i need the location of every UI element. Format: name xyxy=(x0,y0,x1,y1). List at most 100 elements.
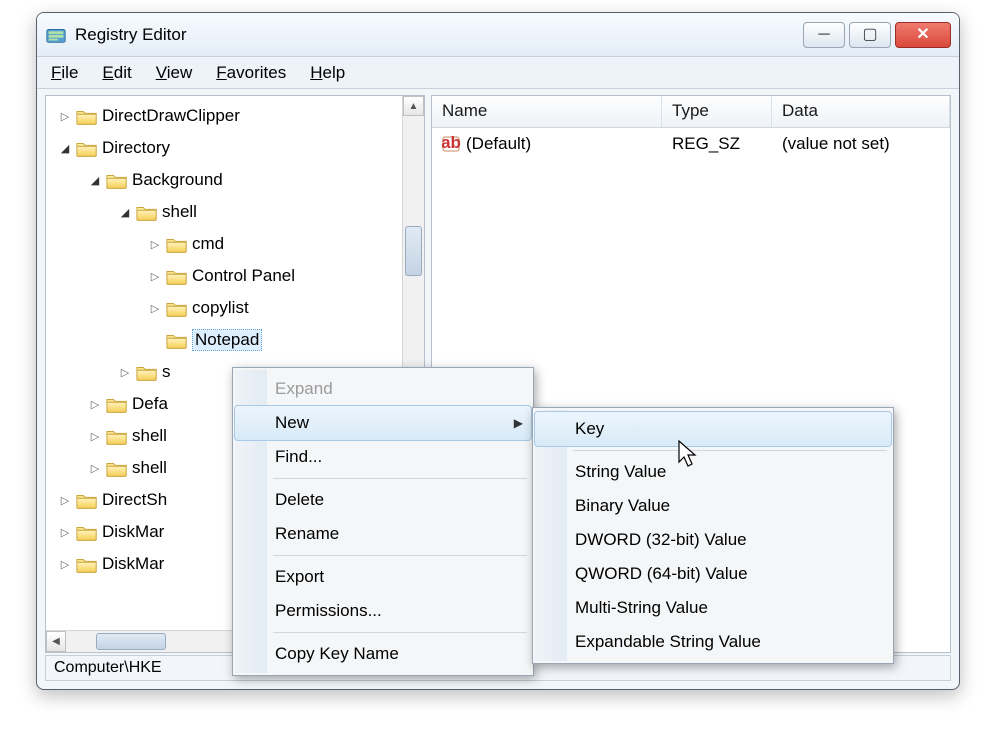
menu-separator xyxy=(273,632,527,633)
folder-icon xyxy=(166,332,186,348)
menu-item-label: QWORD (64-bit) Value xyxy=(575,564,748,584)
scroll-left-arrow[interactable]: ◀ xyxy=(46,631,66,652)
menu-item-label: Delete xyxy=(275,490,324,510)
context-submenu-new[interactable]: Key String Value Binary Value DWORD (32-bit… xyxy=(532,407,894,664)
folder-icon xyxy=(136,364,156,380)
menu-item-label: Expand xyxy=(275,379,333,399)
expander-icon[interactable] xyxy=(148,333,162,347)
tree-node-label: cmd xyxy=(192,234,224,254)
folder-icon xyxy=(166,268,186,284)
menu-item-label: Binary Value xyxy=(575,496,670,516)
menu-item[interactable]: Rename xyxy=(235,517,531,551)
folder-icon xyxy=(106,460,126,476)
value-name: (Default) xyxy=(466,134,531,154)
mouse-cursor xyxy=(678,440,700,473)
menu-item-label: String Value xyxy=(575,462,666,482)
regedit-icon xyxy=(45,24,67,46)
maximize-button[interactable]: ▢ xyxy=(849,22,891,48)
tree-node-label: DirectDrawClipper xyxy=(102,106,240,126)
folder-icon xyxy=(76,492,96,508)
expander-icon[interactable] xyxy=(88,173,102,187)
menu-separator xyxy=(273,478,527,479)
expander-icon[interactable] xyxy=(58,525,72,539)
expander-icon[interactable] xyxy=(58,493,72,507)
menu-item-label: Expandable String Value xyxy=(575,632,761,652)
menu-item[interactable]: New ▶ xyxy=(235,406,531,440)
col-data[interactable]: Data xyxy=(772,96,950,127)
menu-bar: File Edit View Favorites Help xyxy=(37,57,959,89)
tree-node[interactable]: shell xyxy=(50,196,424,228)
tree-node-label: shell xyxy=(162,202,197,222)
folder-icon xyxy=(76,556,96,572)
menu-item[interactable]: QWORD (64-bit) Value xyxy=(535,557,891,591)
details-body: ab (Default) REG_SZ(value not set) xyxy=(432,128,950,160)
menu-item-label: Multi-String Value xyxy=(575,598,708,618)
expander-icon[interactable] xyxy=(88,397,102,411)
string-value-icon: ab xyxy=(442,135,460,153)
folder-icon xyxy=(136,204,156,220)
tree-node[interactable]: cmd xyxy=(50,228,424,260)
tree-node[interactable]: copylist xyxy=(50,292,424,324)
cell-type: REG_SZ xyxy=(662,130,772,158)
menu-item[interactable]: Key xyxy=(535,412,891,446)
expander-icon[interactable] xyxy=(58,557,72,571)
menu-item: Expand xyxy=(235,372,531,406)
menu-item[interactable]: Expandable String Value xyxy=(535,625,891,659)
menu-item[interactable]: Binary Value xyxy=(535,489,891,523)
menu-item-label: New xyxy=(275,413,309,433)
menu-item-label: Key xyxy=(575,419,604,439)
menu-separator xyxy=(573,450,887,451)
expander-icon[interactable] xyxy=(118,205,132,219)
menu-item[interactable]: DWORD (32-bit) Value xyxy=(535,523,891,557)
tree-node-label: shell xyxy=(132,426,167,446)
cell-data: (value not set) xyxy=(772,130,900,158)
menu-item[interactable]: Multi-String Value xyxy=(535,591,891,625)
scroll-up-arrow[interactable]: ▲ xyxy=(403,96,424,116)
menu-item[interactable]: Copy Key Name xyxy=(235,637,531,671)
folder-icon xyxy=(106,172,126,188)
expander-icon[interactable] xyxy=(88,461,102,475)
tree-node-label: Directory xyxy=(102,138,170,158)
expander-icon[interactable] xyxy=(148,301,162,315)
menu-item-label: Export xyxy=(275,567,324,587)
expander-icon[interactable] xyxy=(148,237,162,251)
details-header: Name Type Data xyxy=(432,96,950,128)
menu-item-label: Find... xyxy=(275,447,322,467)
menu-edit[interactable]: Edit xyxy=(94,61,139,85)
folder-icon xyxy=(166,300,186,316)
expander-icon[interactable] xyxy=(58,141,72,155)
tree-node-label: Background xyxy=(132,170,223,190)
menu-item[interactable]: Export xyxy=(235,560,531,594)
scroll-thumb[interactable] xyxy=(405,226,422,276)
cell-name: ab (Default) xyxy=(432,130,662,158)
menu-item[interactable]: Find... xyxy=(235,440,531,474)
col-type[interactable]: Type xyxy=(662,96,772,127)
expander-icon[interactable] xyxy=(88,429,102,443)
tree-node[interactable]: Directory xyxy=(50,132,424,164)
tree-node[interactable]: Notepad xyxy=(50,324,424,356)
menu-file[interactable]: File xyxy=(43,61,86,85)
menu-view[interactable]: View xyxy=(148,61,201,85)
expander-icon[interactable] xyxy=(148,269,162,283)
tree-node-label: s xyxy=(162,362,171,382)
menu-help[interactable]: Help xyxy=(302,61,353,85)
close-button[interactable]: ✕ xyxy=(895,22,951,48)
submenu-arrow-icon: ▶ xyxy=(514,416,523,430)
tree-node[interactable]: Background xyxy=(50,164,424,196)
menu-item-label: Permissions... xyxy=(275,601,382,621)
expander-icon[interactable] xyxy=(58,109,72,123)
svg-text:ab: ab xyxy=(442,135,460,152)
menu-item[interactable]: Delete xyxy=(235,483,531,517)
minimize-button[interactable]: ─ xyxy=(803,22,845,48)
menu-item[interactable]: String Value xyxy=(535,455,891,489)
hscroll-thumb[interactable] xyxy=(96,633,166,650)
menu-favorites[interactable]: Favorites xyxy=(208,61,294,85)
tree-node-label: Control Panel xyxy=(192,266,295,286)
tree-node[interactable]: Control Panel xyxy=(50,260,424,292)
menu-item[interactable]: Permissions... xyxy=(235,594,531,628)
col-name[interactable]: Name xyxy=(432,96,662,127)
context-menu[interactable]: Expand New ▶ Find... Delete Rename Export Permi… xyxy=(232,367,534,676)
tree-node[interactable]: DirectDrawClipper xyxy=(50,100,424,132)
expander-icon[interactable] xyxy=(118,365,132,379)
details-row[interactable]: ab (Default) REG_SZ(value not set) xyxy=(432,128,950,160)
